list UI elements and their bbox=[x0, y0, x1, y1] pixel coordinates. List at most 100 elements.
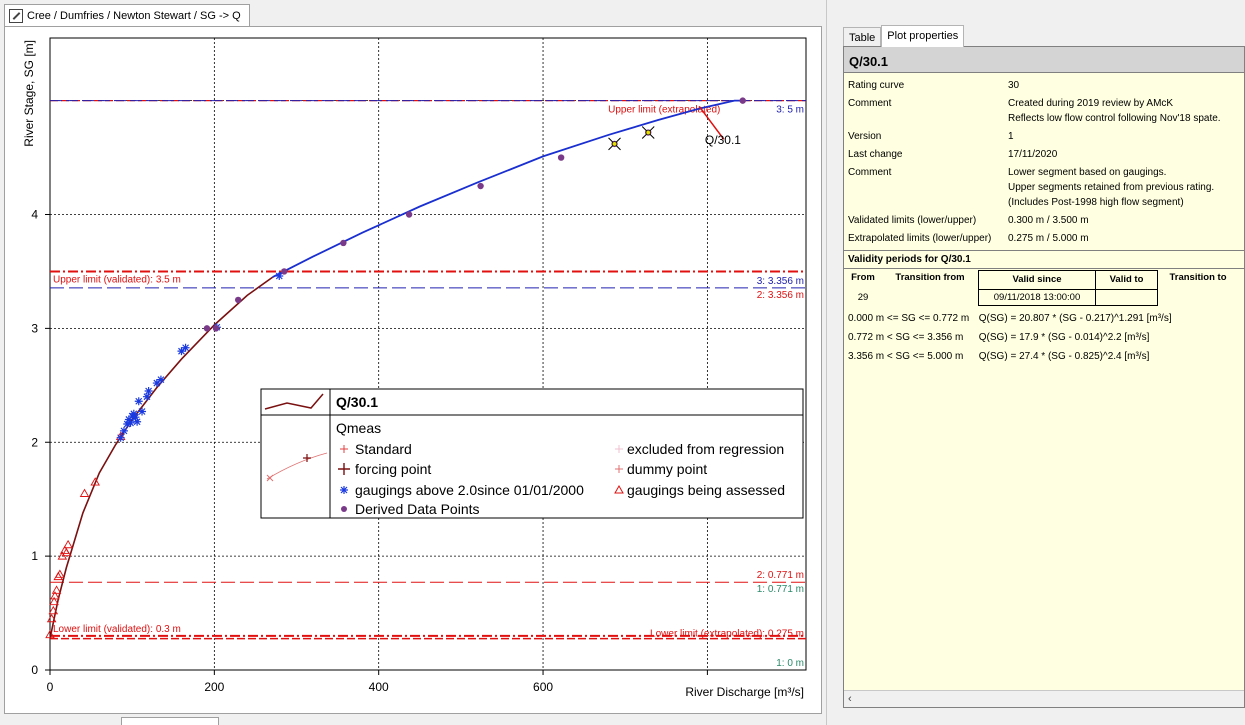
extrapolated-limits-value: 0.275 m / 5.000 m bbox=[1008, 233, 1089, 244]
comment-row: Comment Created during 2019 review by AM… bbox=[844, 96, 1244, 126]
extrapolated-limits-row: Extrapolated limits (lower/upper) 0.275 … bbox=[844, 231, 1244, 246]
last-change-row: Last change 17/11/2020 bbox=[844, 147, 1244, 162]
col-transition-from: Transition from bbox=[895, 272, 965, 283]
equation-row: 0.000 m <= SG <= 0.772 m Q(SG) = 20.807 … bbox=[844, 309, 1244, 328]
legend-group: Qmeas bbox=[336, 420, 381, 436]
plot-area[interactable]: 0 200 400 600 0 1 2 3 4 River Discharge [m³/s] Riv… bbox=[4, 26, 822, 714]
derived-data-point bbox=[739, 97, 746, 104]
derived-data-point bbox=[234, 296, 242, 304]
y-tick-label: 4 bbox=[31, 208, 38, 222]
legend-entry-gaugings-above: gaugings above 2.0since 01/01/2000 bbox=[355, 482, 584, 498]
x-tick-label: 400 bbox=[369, 680, 389, 694]
chart-icon bbox=[9, 8, 23, 23]
col-from: From bbox=[851, 272, 875, 283]
lower-extrapolated-label: Lower limit (extrapolated): 0.275 m bbox=[650, 629, 804, 640]
properties-header: Q/30.1 bbox=[844, 47, 1244, 73]
bottom-tab[interactable] bbox=[121, 717, 219, 725]
comment-line: Created during 2019 review by AMcK bbox=[1008, 98, 1174, 109]
lower-validated-label: Lower limit (validated): 0.3 m bbox=[53, 624, 181, 635]
gauging-above-point bbox=[133, 417, 142, 426]
cell-valid-since[interactable]: 09/11/2018 13:00:00 bbox=[978, 289, 1096, 306]
scroll-left-icon[interactable]: ‹ bbox=[848, 693, 852, 705]
gauging-above-point bbox=[119, 426, 128, 435]
horizontal-scrollbar[interactable]: ‹ bbox=[844, 690, 1244, 707]
segment-1-upper-label: 1: 0.771 m bbox=[757, 584, 804, 595]
gauging-above-point bbox=[181, 343, 190, 352]
equation-range: 3.356 m < SG <= 5.000 m bbox=[848, 351, 964, 362]
validated-limits-value: 0.300 m / 3.500 m bbox=[1008, 215, 1089, 226]
col-transition-to: Transition to bbox=[1169, 272, 1227, 283]
equation-row: 3.356 m < SG <= 5.000 m Q(SG) = 27.4 * (… bbox=[844, 347, 1244, 366]
gauging-above-point bbox=[134, 397, 143, 406]
version-label: Version bbox=[848, 131, 882, 142]
plot-properties-box: Q/30.1 Rating curve 30 Comment Created d… bbox=[843, 46, 1245, 708]
legend-entry-standard: Standard bbox=[355, 441, 412, 457]
validity-row: 29 09/11/2018 13:00:00 bbox=[844, 289, 1244, 306]
comment-label: Comment bbox=[848, 98, 892, 109]
derived-data-point bbox=[280, 268, 288, 275]
y-tick-label: 3 bbox=[31, 321, 38, 335]
gauging-above-point bbox=[156, 375, 165, 384]
y-axis-label: River Stage, SG [m] bbox=[22, 40, 36, 147]
legend-entry-excluded: excluded from regression bbox=[627, 441, 784, 457]
segment-2-upper-label: 2: 3.356 m bbox=[757, 290, 804, 301]
chart-window-tab[interactable]: Cree / Dumfries / Newton Stewart / SG ->… bbox=[4, 4, 250, 26]
equation-formula: Q(SG) = 20.807 * (SG - 0.217)^1.291 [m³/… bbox=[978, 313, 1172, 324]
tab-table[interactable]: Table bbox=[843, 27, 882, 47]
rating-curve-chart[interactable]: 0 200 400 600 0 1 2 3 4 River Discharge [m³/s] Riv… bbox=[5, 27, 821, 713]
last-change-label: Last change bbox=[848, 149, 903, 160]
legend-derived-marker bbox=[341, 506, 347, 512]
equation-range: 0.000 m <= SG <= 0.772 m bbox=[848, 313, 970, 324]
y-tick-label: 0 bbox=[31, 663, 38, 677]
derived-data-point bbox=[212, 325, 220, 332]
segment-2-lower-label: 2: 0.771 m bbox=[757, 570, 804, 581]
validated-limits-label: Validated limits (lower/upper) bbox=[848, 215, 977, 226]
rating-curve-value: 30 bbox=[1008, 80, 1020, 91]
segment-3-lower-label: 3: 3.356 m bbox=[757, 276, 804, 287]
comment-value: Created during 2019 review by AMcK Refle… bbox=[1008, 96, 1244, 126]
segment-comment-value: Lower segment based on gaugings. Upper s… bbox=[1008, 165, 1244, 210]
validity-section: Validity periods for Q/30.1 From Transit… bbox=[844, 250, 1244, 366]
legend-title: Q/30.1 bbox=[336, 394, 378, 410]
derived-data-point bbox=[340, 239, 347, 247]
segment-1-lower-label: 1: 0 m bbox=[776, 658, 804, 669]
segment-comment-label: Comment bbox=[848, 167, 892, 178]
validated-limits-row: Validated limits (lower/upper) 0.300 m /… bbox=[844, 213, 1244, 228]
cell-valid-to[interactable] bbox=[1096, 289, 1158, 306]
y-tick-label: 2 bbox=[31, 435, 38, 449]
gauging-above-point bbox=[138, 407, 147, 416]
chart-window-title: Cree / Dumfries / Newton Stewart / SG ->… bbox=[27, 9, 241, 22]
panel-tabs: Table Plot properties bbox=[843, 25, 965, 47]
x-tick-label: 0 bbox=[47, 680, 54, 694]
comment-line: (Includes Post-1998 high flow segment) bbox=[1008, 197, 1184, 208]
upper-extrapolated-label: Upper limit (extrapolated) bbox=[608, 105, 720, 116]
tab-plot-properties[interactable]: Plot properties bbox=[881, 25, 965, 47]
cell-from: 29 bbox=[857, 292, 869, 303]
marked-point-center bbox=[612, 141, 617, 147]
legend-entry-assessed: gaugings being assessed bbox=[627, 482, 785, 498]
legend-entry-forcing-point: forcing point bbox=[355, 461, 431, 477]
rating-curve-row: Rating curve 30 bbox=[844, 78, 1244, 93]
validity-header-row: From Transition from Valid since Valid t… bbox=[844, 269, 1244, 289]
gauging-above-point bbox=[144, 387, 153, 396]
derived-data-point bbox=[557, 154, 565, 161]
equation-range: 0.772 m < SG <= 3.356 m bbox=[848, 332, 964, 343]
x-tick-label: 200 bbox=[204, 680, 224, 694]
legend-gauging-above-marker bbox=[340, 486, 348, 494]
equation-row: 0.772 m < SG <= 3.356 m Q(SG) = 17.9 * (… bbox=[844, 328, 1244, 347]
x-tick-label: 600 bbox=[533, 680, 553, 694]
marked-point-center bbox=[645, 130, 651, 135]
upper-validated-label: Upper limit (validated): 3.5 m bbox=[53, 274, 181, 285]
gauging-above-point bbox=[116, 433, 125, 442]
gauging-above-point bbox=[142, 392, 151, 401]
chart-window: Cree / Dumfries / Newton Stewart / SG ->… bbox=[0, 0, 826, 725]
segment-3-upper-label: 3: 5 m bbox=[776, 105, 804, 116]
equation-formula: Q(SG) = 27.4 * (SG - 0.825)^2.4 [m³/s] bbox=[978, 351, 1150, 362]
panel-splitter[interactable] bbox=[826, 0, 836, 725]
plot-frame-border bbox=[49, 37, 807, 671]
curve-label: Q/30.1 bbox=[705, 133, 741, 147]
derived-data-point bbox=[477, 182, 484, 190]
validity-title: Validity periods for Q/30.1 bbox=[844, 251, 1244, 269]
rating-curve-label: Rating curve bbox=[848, 80, 905, 91]
extrapolated-limits-label: Extrapolated limits (lower/upper) bbox=[848, 233, 992, 244]
